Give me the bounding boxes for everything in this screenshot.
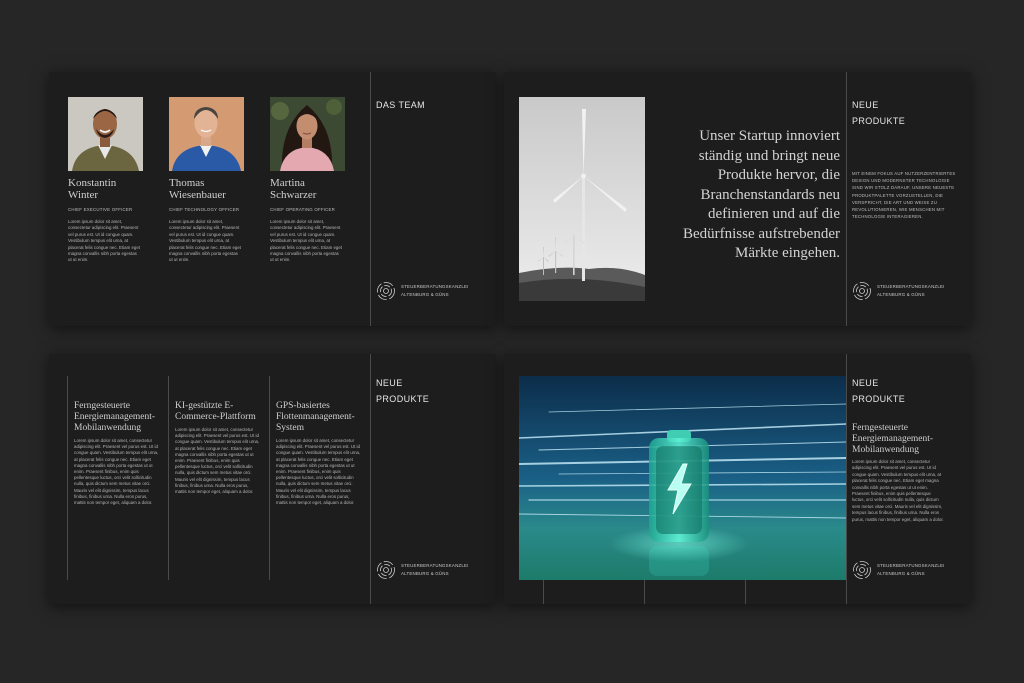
intro-caps-text: MIT EINEM FOKUS AUF NUTZERZENTRIERTES DE…: [852, 171, 956, 220]
divider: [370, 354, 371, 604]
team-member-card: Thomas Wiesenbauer CHIEF TECHNOLOGY OFFI…: [169, 97, 249, 264]
logo-line1: STEUERBERATUNGSKANZLEI: [877, 284, 945, 289]
logo-line1: STEUERBERATUNGSKANZLEI: [401, 284, 469, 289]
company-logo: STEUERBERATUNGSKANZLEI ALTENBURG & GÜNS: [376, 560, 469, 580]
product-title: Ferngesteuerte Energiemanagement-Mobilan…: [74, 401, 156, 433]
product-column: GPS-basiertes Flottenmanagement-System L…: [276, 401, 362, 506]
company-logo: STEUERBERATUNGSKANZLEI ALTENBURG & GÜNS: [852, 281, 945, 301]
member-photo: [270, 97, 345, 171]
product-title: GPS-basiertes Flottenmanagement-System: [276, 401, 355, 433]
spiral-logo-icon: [853, 561, 871, 579]
divider: [745, 580, 746, 604]
member-name: Martina Schwarzer: [270, 177, 317, 201]
wind-turbine-image: [519, 97, 645, 301]
logo-line2: ALTENBURG & GÜNS: [877, 292, 925, 297]
member-name: Thomas Wiesenbauer: [169, 177, 226, 201]
battery-image: [519, 376, 846, 580]
slide-neue-produkte-battery: NEUE PRODUKTE Ferngesteuerte Energiemana…: [504, 354, 971, 604]
product-description: Lorem ipsum dolor sit amet, consectetur …: [74, 438, 159, 506]
divider: [543, 580, 544, 604]
spiral-logo-icon: [377, 282, 395, 300]
product-title: Ferngesteuerte Energiemanagement-Mobilan…: [852, 423, 934, 455]
member-photo: [169, 97, 244, 171]
divider: [644, 580, 645, 604]
product-column: KI-gestützte E-Commerce-Plattform Lorem …: [175, 401, 261, 495]
member-bio: Lorem ipsum dolor sit amet, consectetur …: [169, 219, 241, 263]
divider: [67, 376, 68, 580]
product-description: Lorem ipsum dolor sit amet, consectetur …: [852, 459, 944, 522]
product-column: Ferngesteuerte Energiemanagement-Mobilan…: [74, 401, 160, 506]
member-photo: [68, 97, 143, 171]
slide-neue-produkte-quote: Unser Startup innoviert ständig und brin…: [504, 72, 971, 326]
member-name: Konstantin Winter: [68, 177, 117, 201]
slide-heading: NEUE PRODUKTE: [852, 100, 906, 126]
member-bio: Lorem ipsum dolor sit amet, consectetur …: [270, 219, 342, 263]
divider: [269, 376, 270, 580]
logo-line2: ALTENBURG & GÜNS: [401, 571, 449, 576]
logo-line2: ALTENBURG & GÜNS: [401, 292, 449, 297]
logo-line1: STEUERBERATUNGSKANZLEI: [401, 563, 469, 568]
divider: [370, 72, 371, 326]
divider: [846, 354, 847, 604]
product-description: Lorem ipsum dolor sit amet, consectetur …: [175, 427, 260, 495]
slide-heading: NEUE PRODUKTE: [852, 378, 906, 404]
logo-line1: STEUERBERATUNGSKANZLEI: [877, 563, 945, 568]
company-logo: STEUERBERATUNGSKANZLEI ALTENBURG & GÜNS: [852, 560, 945, 580]
quote-text: Unser Startup innoviert ständig und brin…: [682, 128, 840, 261]
team-member-card: Martina Schwarzer CHIEF OPERATING OFFICE…: [270, 97, 350, 264]
slide-heading: NEUE PRODUKTE: [376, 378, 430, 404]
spiral-logo-icon: [853, 282, 871, 300]
slide-das-team: DAS TEAM Konstantin Winter CHIEF EXECUTI…: [49, 72, 496, 326]
divider: [846, 72, 847, 326]
company-logo: STEUERBERATUNGSKANZLEI ALTENBURG & GÜNS: [376, 281, 469, 301]
member-role: CHIEF TECHNOLOGY OFFICER: [169, 207, 240, 212]
member-role: CHIEF OPERATING OFFICER: [270, 207, 336, 212]
slide-neue-produkte-columns: Ferngesteuerte Energiemanagement-Mobilan…: [49, 354, 496, 604]
team-member-card: Konstantin Winter CHIEF EXECUTIVE OFFICE…: [68, 97, 148, 264]
divider: [168, 376, 169, 580]
member-bio: Lorem ipsum dolor sit amet, consectetur …: [68, 219, 140, 263]
logo-line2: ALTENBURG & GÜNS: [877, 571, 925, 576]
product-description: Lorem ipsum dolor sit amet, consectetur …: [276, 438, 361, 506]
product-title: KI-gestützte E-Commerce-Plattform: [175, 401, 256, 422]
member-role: CHIEF EXECUTIVE OFFICER: [68, 207, 133, 212]
spiral-logo-icon: [377, 561, 395, 579]
slide-heading: DAS TEAM: [376, 100, 426, 110]
